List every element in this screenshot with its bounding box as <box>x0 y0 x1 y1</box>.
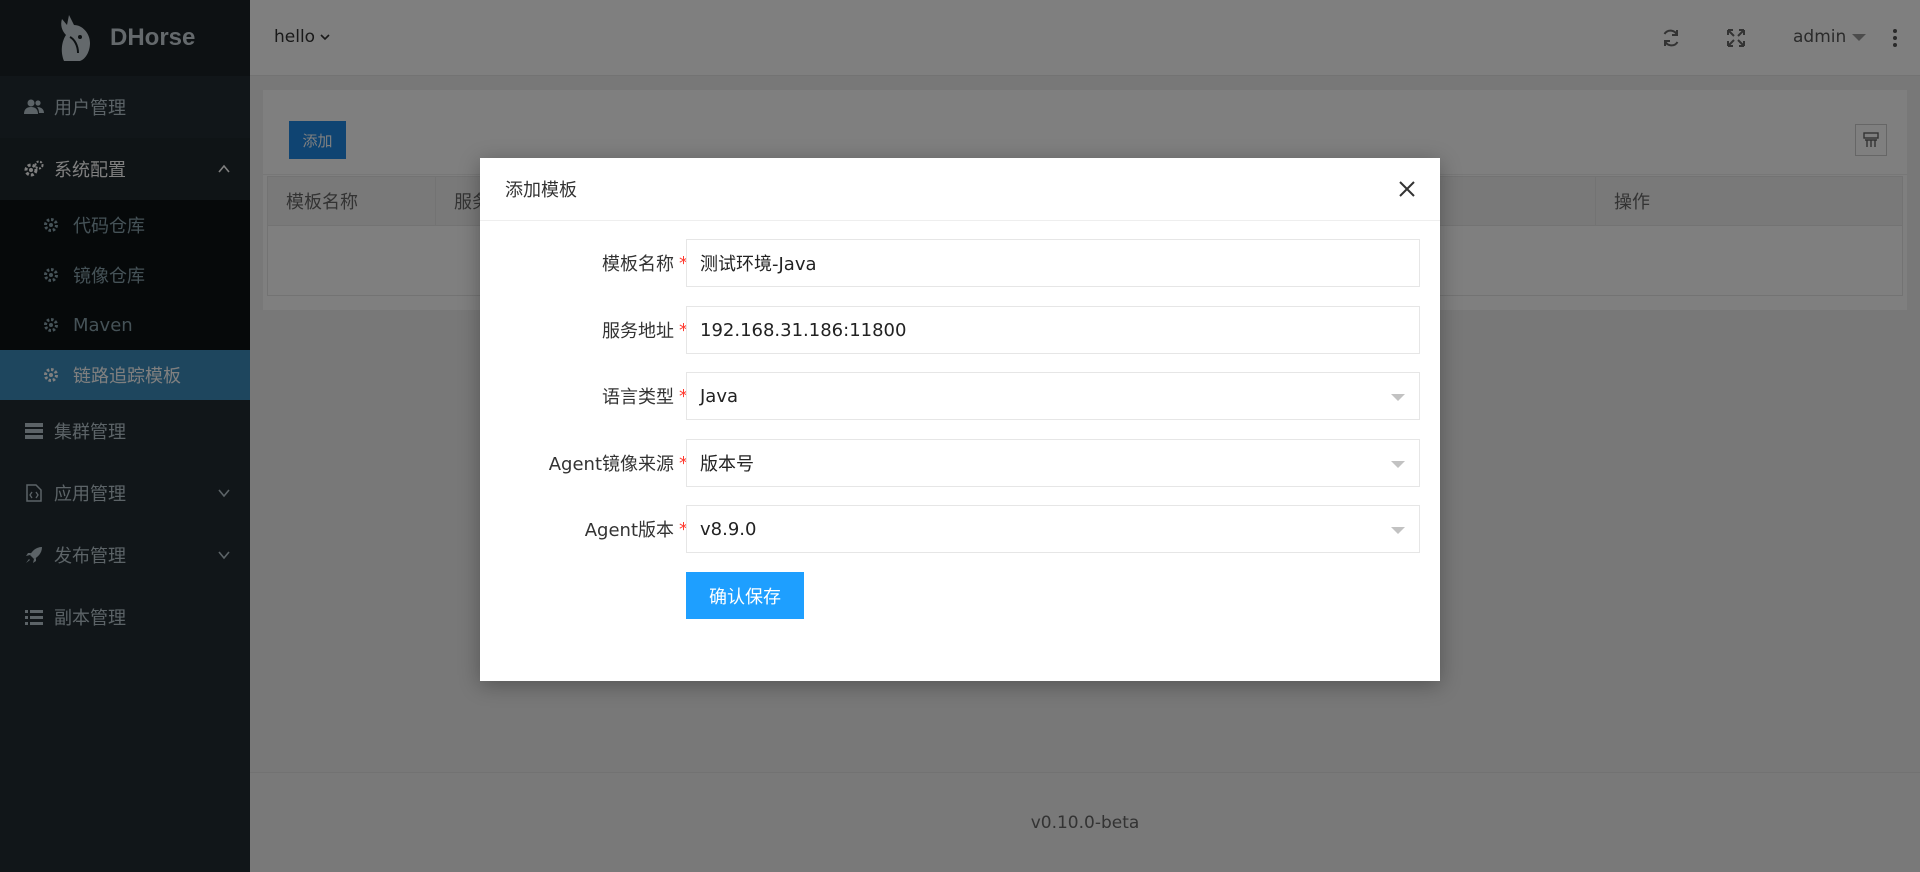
dialog-title: 添加模板 <box>505 180 577 201</box>
field-label: Agent镜像来源 * <box>548 452 688 476</box>
field-label: 模板名称 * <box>602 252 688 276</box>
field-label: Agent版本 * <box>584 518 688 542</box>
agent-version-select[interactable]: v8.9.0 <box>686 505 1420 553</box>
form-row-service-address: 服务地址 * 192.168.31.186:11800 <box>480 306 1440 354</box>
dialog-header: 添加模板 <box>480 158 1440 221</box>
template-name-input[interactable]: 测试环境-Java <box>686 239 1420 287</box>
language-select[interactable]: Java <box>686 372 1420 420</box>
service-address-input[interactable]: 192.168.31.186:11800 <box>686 306 1420 354</box>
add-template-dialog: 添加模板 模板名称 * 测试环境-Java 服务地址 * 192.168.31.18… <box>480 158 1440 681</box>
form-row-agent-source: Agent镜像来源 * 版本号 <box>480 439 1440 487</box>
form-row-language: 语言类型 * Java <box>480 372 1440 420</box>
field-label: 服务地址 * <box>602 319 688 343</box>
confirm-save-button[interactable]: 确认保存 <box>686 572 804 619</box>
field-label: 语言类型 * <box>602 385 688 409</box>
agent-source-select[interactable]: 版本号 <box>686 439 1420 487</box>
caret-down-icon <box>1391 527 1405 534</box>
caret-down-icon <box>1391 394 1405 401</box>
caret-down-icon <box>1391 461 1405 468</box>
form-row-template-name: 模板名称 * 测试环境-Java <box>480 239 1440 287</box>
close-icon[interactable] <box>1396 178 1418 200</box>
form-row-agent-version: Agent版本 * v8.9.0 <box>480 505 1440 553</box>
